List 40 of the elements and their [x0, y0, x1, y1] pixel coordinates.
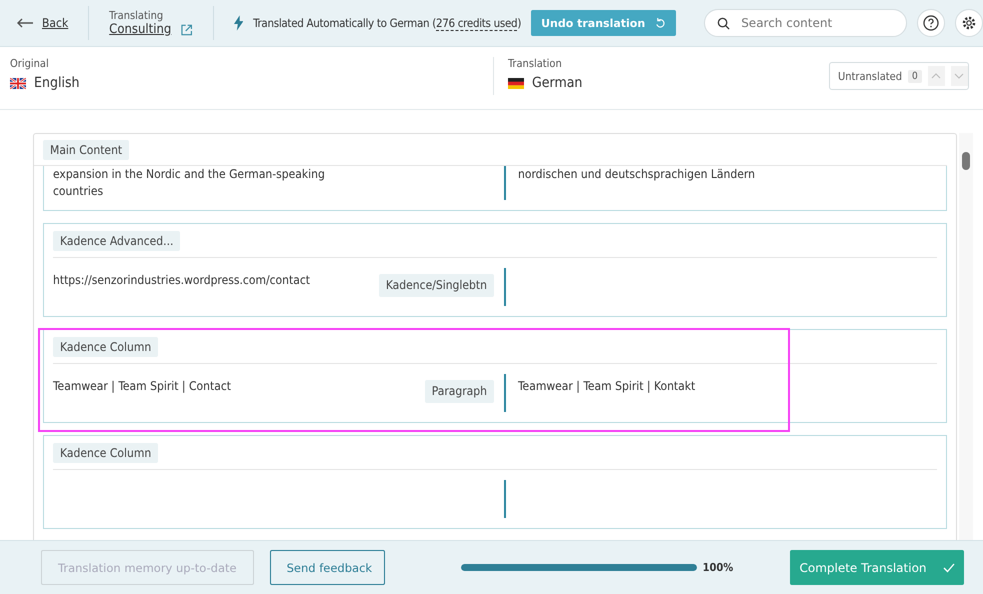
settings-button[interactable] [955, 9, 983, 37]
block-tag: Kadence Advanced... [53, 231, 180, 251]
original-label: Original [10, 57, 50, 70]
auto-translation-notice: Translated Automatically to German (276 credits used) [253, 16, 522, 30]
next-button[interactable] [950, 66, 968, 86]
translation-label: Translation [508, 57, 563, 70]
help-button[interactable] [917, 9, 946, 37]
checkmark-icon [942, 562, 955, 572]
translation-text[interactable]: Teamwear | Team Spirit | Kontakt [518, 379, 696, 393]
back-link[interactable]: Back [16, 16, 68, 30]
source-text: https://senzorindustries.wordpress.com/contact [53, 272, 310, 289]
settings-icon [961, 15, 978, 31]
search-icon [717, 17, 730, 30]
chevron-up-icon [931, 73, 942, 79]
german-flag-icon [508, 78, 524, 88]
send-feedback-button[interactable]: Send feedback [270, 550, 385, 585]
arrow-left-icon [16, 18, 34, 28]
source-text: expansion in the Nordic and the German-speaking countries [53, 166, 326, 200]
chevron-down-icon [954, 73, 964, 79]
page-title-link[interactable]: Consulting [109, 22, 172, 37]
block-tag: Kadence Column [53, 337, 158, 357]
block-type-tag: Paragraph [424, 380, 494, 403]
source-text: Teamwear | Team Spirit | Contact [53, 378, 231, 395]
block-type-tag: Kadence/Singlebtn [378, 274, 494, 297]
progress-reading: 100% [702, 561, 734, 574]
uk-flag-icon [10, 78, 26, 88]
help-icon [923, 15, 940, 31]
untranslated-label: Untranslated [838, 70, 902, 82]
untranslated-count: 0 [908, 70, 922, 82]
translation-text[interactable]: nordischen und deutschsprachigen Ländern [518, 167, 755, 181]
block-tag: Kadence Column [53, 443, 158, 463]
previous-button[interactable] [928, 66, 945, 86]
translation-language: German [532, 75, 582, 91]
search-field[interactable]: Search content [704, 9, 908, 37]
undo-icon [655, 18, 666, 28]
translating-label: Translating [109, 9, 164, 22]
section-tag: Main Content [43, 140, 130, 160]
external-link-icon[interactable] [181, 24, 193, 36]
original-language: English [34, 75, 80, 91]
lightning-icon [234, 15, 244, 31]
